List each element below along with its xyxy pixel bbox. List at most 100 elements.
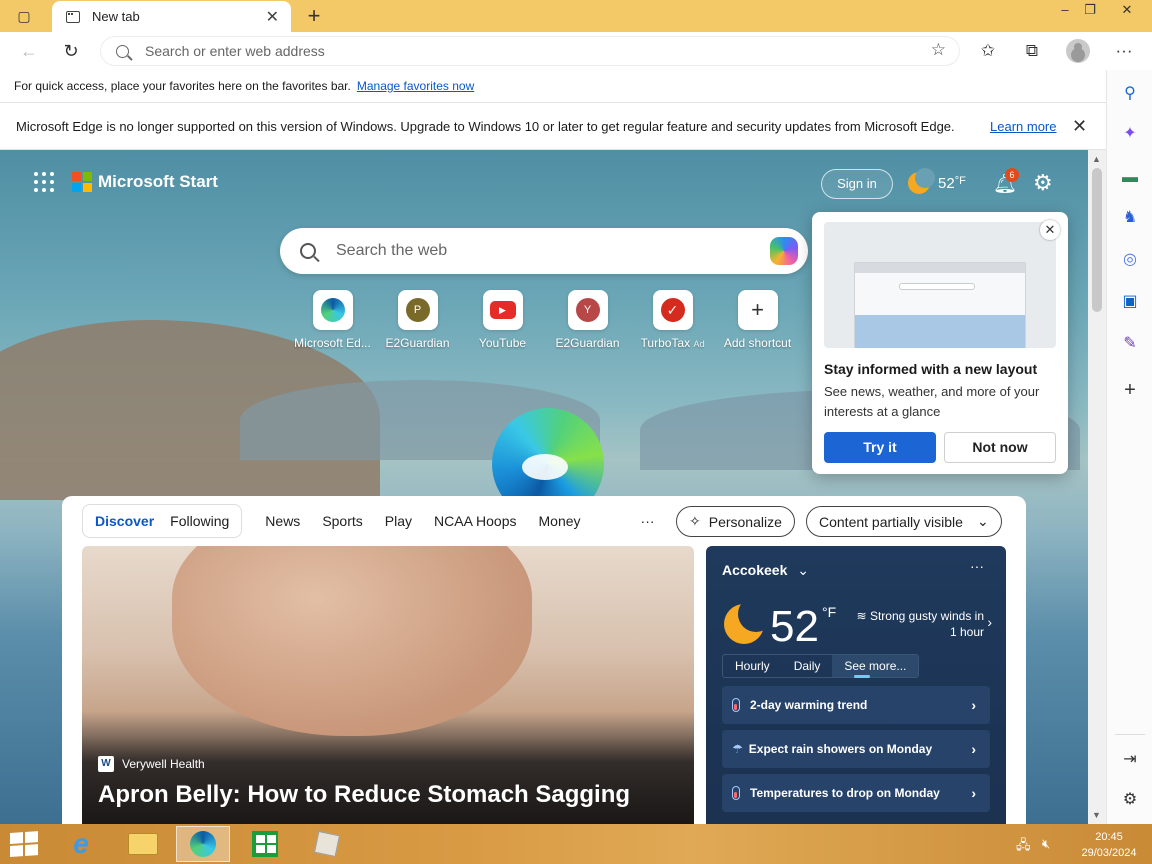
favorites-icon[interactable]: ✩ (976, 39, 1000, 63)
sidebar-search-icon[interactable]: ⚲ (1118, 82, 1142, 106)
tab-money[interactable]: Money (528, 513, 592, 529)
tab-see-more[interactable]: See more... (832, 655, 919, 678)
scroll-down-icon[interactable]: ▼ (1092, 810, 1101, 820)
shortcut-turbotax[interactable]: ✓ TurboTax Ad (630, 290, 715, 350)
tab-play[interactable]: Play (374, 513, 423, 529)
profile-avatar[interactable] (1066, 39, 1090, 63)
add-sidebar-app-icon[interactable]: + (1118, 378, 1142, 402)
tab-news[interactable]: News (254, 513, 311, 529)
popup-title: Stay informed with a new layout (824, 361, 1038, 377)
sidebar-settings-icon[interactable]: ⚙ (1118, 788, 1142, 812)
personalize-button[interactable]: ✧ Personalize (676, 506, 795, 537)
add-shortcut[interactable]: + Add shortcut (715, 290, 800, 350)
designer-icon[interactable]: ✎ (1118, 332, 1142, 356)
try-it-button[interactable]: Try it (824, 432, 936, 463)
feed-tabs: Discover Following News Sports Play NCAA… (82, 504, 666, 538)
sign-in-button[interactable]: Sign in (821, 169, 893, 199)
new-tab-button[interactable]: + (302, 3, 326, 29)
chevron-right-icon: › (971, 785, 976, 801)
system-clock[interactable]: 20:45 29/03/2024 (1076, 829, 1142, 861)
store-icon[interactable] (238, 826, 292, 862)
feed-primary-tabs: Discover Following (82, 504, 243, 538)
scroll-up-icon[interactable]: ▲ (1092, 154, 1101, 164)
edge-taskbar-icon[interactable] (176, 826, 230, 862)
more-menu-icon[interactable]: ··· (1112, 39, 1136, 63)
tab-close-icon[interactable]: ✕ (266, 7, 279, 27)
weather-widget[interactable]: 52 °F (908, 168, 966, 194)
web-search-box[interactable]: Search the web (280, 228, 808, 274)
windows-taskbar: e 🖧︎ 🔇︎ 20:45 29/03/2024 (0, 824, 1152, 864)
internet-explorer-icon[interactable]: e (54, 826, 108, 862)
shortcut-microsoft-edge[interactable]: Microsoft Ed... (290, 290, 375, 350)
banner-close-icon[interactable]: ✕ (1072, 116, 1087, 137)
wind-alert[interactable]: ≋ Strong gusty winds in 1 hour (854, 608, 984, 640)
not-now-button[interactable]: Not now (944, 432, 1056, 463)
back-button[interactable]: ← (16, 38, 42, 64)
add-favorite-icon[interactable]: ☆ (931, 40, 946, 60)
page-settings-gear-icon[interactable]: ⚙ (1033, 170, 1053, 196)
popup-body: See news, weather, and more of your inte… (824, 384, 1040, 419)
tab-title: New tab (92, 9, 140, 24)
moon-icon (724, 596, 774, 644)
apps-launcher-icon[interactable] (34, 172, 54, 192)
weather-location[interactable]: Accokeek ⌄ (722, 562, 809, 579)
tab-discover[interactable]: Discover (87, 513, 162, 529)
tab-daily[interactable]: Daily (782, 655, 833, 677)
copilot-icon[interactable]: ✦ (1118, 122, 1142, 146)
article-source: W Verywell Health (98, 756, 205, 772)
shortcut-youtube[interactable]: ▶ YouTube (460, 290, 545, 350)
notification-badge: 6 (1005, 168, 1019, 182)
microsoft-logo-icon (72, 172, 92, 192)
weather-insight-row[interactable]: 2-day warming trend › (722, 686, 990, 724)
file-explorer-icon[interactable] (116, 826, 170, 862)
address-bar[interactable]: Search or enter web address ☆ (100, 36, 960, 66)
more-tabs-button[interactable]: ··· (630, 513, 666, 529)
outlook-icon[interactable]: ▣ (1118, 290, 1142, 314)
new-layout-popup: ✕ Stay informed with a new layout See ne… (812, 212, 1068, 474)
app-cube-icon[interactable] (300, 826, 354, 862)
close-window-button[interactable]: ✕ (1112, 0, 1142, 22)
collections-icon[interactable]: ⧉ (1020, 39, 1044, 63)
start-button[interactable] (10, 831, 40, 858)
chevron-down-icon: ⌄ (797, 562, 810, 578)
content-visibility-dropdown[interactable]: Content partially visible ⌄ (806, 506, 1002, 537)
shortcut-e2guardian[interactable]: P E2Guardian (375, 290, 460, 350)
shortcut-label: YouTube (478, 336, 527, 350)
address-placeholder: Search or enter web address (145, 43, 325, 59)
tab-following[interactable]: Following (162, 513, 237, 529)
weather-tabs: Hourly Daily See more... (722, 654, 920, 678)
games-icon[interactable]: ♞ (1118, 206, 1142, 230)
weather-insight-row[interactable]: Temperatures to drop on Monday › (722, 774, 990, 812)
tab-new-tab[interactable]: New tab ✕ (52, 1, 291, 32)
chevron-right-icon[interactable]: › (987, 614, 992, 630)
shortcut-e2guardian-2[interactable]: Y E2Guardian (545, 290, 630, 350)
brand-title[interactable]: Microsoft Start (98, 172, 218, 192)
tab-ncaa-hoops[interactable]: NCAA Hoops (423, 513, 527, 529)
scroll-thumb[interactable] (1092, 168, 1102, 312)
hide-sidebar-icon[interactable]: ⇥ (1118, 748, 1142, 772)
moon-icon (908, 168, 935, 194)
manage-favorites-link[interactable]: Manage favorites now (357, 79, 474, 93)
shortcuts-row: Microsoft Ed... P E2Guardian ▶ YouTube Y… (290, 290, 800, 350)
turbotax-icon: ✓ (660, 298, 685, 322)
volume-muted-icon[interactable]: 🔇︎ (1042, 836, 1050, 852)
copilot-icon[interactable] (770, 237, 798, 265)
tab-sports[interactable]: Sports (311, 513, 373, 529)
restore-button[interactable]: ❐ (1075, 0, 1105, 22)
thermometer-icon (732, 786, 740, 800)
chevron-right-icon: › (971, 697, 976, 713)
hero-article[interactable]: W Verywell Health Apron Belly: How to Re… (82, 546, 694, 824)
network-icon[interactable]: 🖧︎ (1016, 836, 1031, 858)
tab-actions-icon[interactable]: ▢ (10, 6, 38, 26)
refresh-button[interactable]: ↻ (58, 38, 84, 64)
weather-insight-row[interactable]: ☂ Expect rain showers on Monday › (722, 730, 990, 768)
umbrella-icon: ☂ (732, 742, 743, 756)
weather-more-icon[interactable]: ··· (970, 558, 984, 574)
shopping-icon[interactable]: ▬ (1118, 166, 1142, 190)
page-scrollbar[interactable]: ▲ ▼ (1088, 150, 1106, 824)
article-headline[interactable]: Apron Belly: How to Reduce Stomach Saggi… (98, 781, 630, 809)
learn-more-link[interactable]: Learn more (990, 119, 1056, 134)
popup-close-icon[interactable]: ✕ (1040, 220, 1060, 240)
tab-hourly[interactable]: Hourly (723, 655, 782, 677)
microsoft-365-icon[interactable]: ◎ (1118, 248, 1142, 272)
